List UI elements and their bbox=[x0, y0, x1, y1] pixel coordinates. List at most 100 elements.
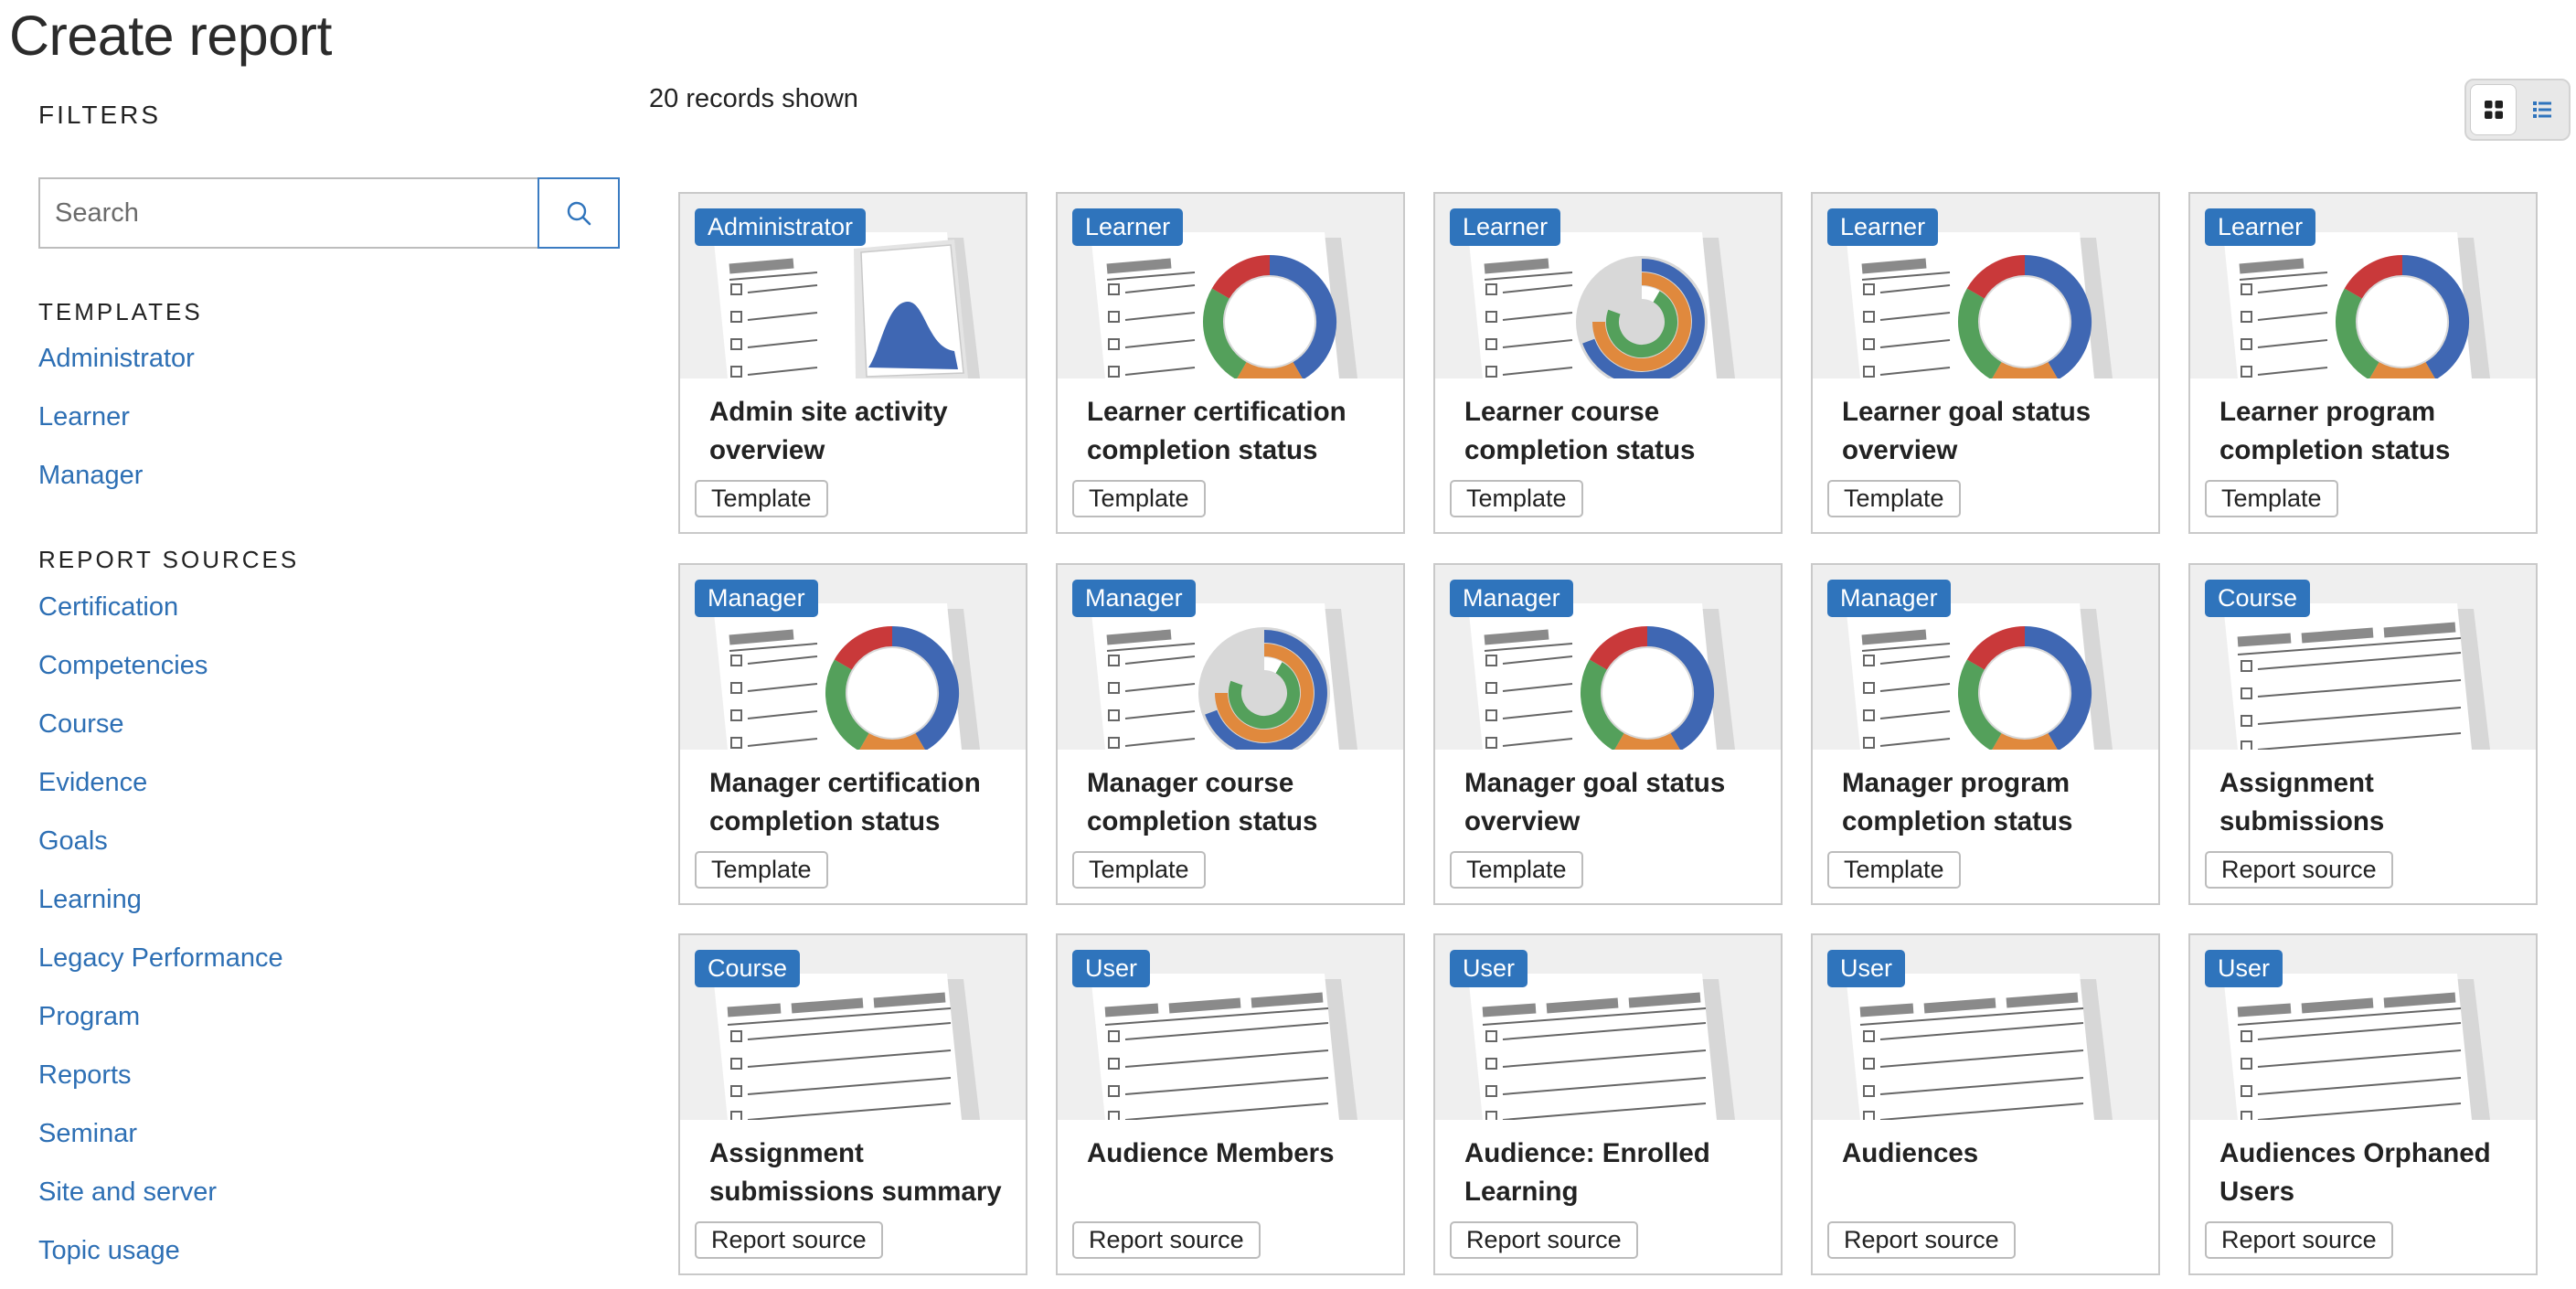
card-badge: Manager bbox=[695, 580, 818, 617]
page-title: Create report bbox=[9, 5, 332, 67]
table-thumbnail: User bbox=[1435, 935, 1781, 1120]
card-title: Learner certification completion status bbox=[1087, 397, 1347, 465]
card-type-tag: Template bbox=[695, 851, 828, 889]
card-type-tag: Template bbox=[1072, 851, 1206, 889]
card-title: Learner course completion status bbox=[1464, 397, 1696, 465]
card-type-tag: Report source bbox=[2205, 851, 2393, 889]
card-badge: Manager bbox=[1827, 580, 1951, 617]
source-link-program[interactable]: Program bbox=[38, 1002, 140, 1032]
report-card[interactable]: Course Assignment submissions Report sou… bbox=[2188, 563, 2538, 905]
radial-chart-thumbnail: Manager bbox=[1058, 565, 1403, 750]
card-title: Manager certification completion status bbox=[709, 768, 981, 836]
card-badge: Course bbox=[2205, 580, 2311, 617]
source-link-learning[interactable]: Learning bbox=[38, 885, 142, 915]
report-card[interactable]: Learner Learner certification completion… bbox=[1056, 192, 1405, 534]
source-link-topic-usage[interactable]: Topic usage bbox=[38, 1236, 180, 1266]
card-type-tag: Report source bbox=[1827, 1221, 2016, 1259]
card-badge: User bbox=[1072, 950, 1151, 987]
card-badge: Learner bbox=[1827, 208, 1939, 246]
area-chart-thumbnail: Administrator bbox=[680, 194, 1026, 378]
report-card[interactable]: Course Assignment submissions summary Re… bbox=[678, 933, 1027, 1275]
card-badge: Learner bbox=[1450, 208, 1561, 246]
source-link-reports[interactable]: Reports bbox=[38, 1060, 132, 1091]
source-link-seminar[interactable]: Seminar bbox=[38, 1119, 137, 1149]
source-link-evidence[interactable]: Evidence bbox=[38, 768, 147, 798]
card-badge: Learner bbox=[2205, 208, 2316, 246]
templates-heading: TEMPLATES bbox=[38, 298, 203, 325]
card-title: Manager program completion status bbox=[1842, 768, 2073, 836]
card-title: Assignment submissions summary bbox=[709, 1138, 1002, 1207]
card-type-tag: Template bbox=[1450, 480, 1583, 517]
card-title: Audience Members bbox=[1087, 1138, 1335, 1168]
source-link-goals[interactable]: Goals bbox=[38, 826, 108, 857]
report-card[interactable]: User Audiences Orphaned Users Report sou… bbox=[2188, 933, 2538, 1275]
template-link-administrator[interactable]: Administrator bbox=[38, 344, 195, 374]
source-link-legacy-performance[interactable]: Legacy Performance bbox=[38, 943, 283, 974]
card-badge: User bbox=[2205, 950, 2283, 987]
card-badge: User bbox=[1450, 950, 1528, 987]
view-toggle bbox=[2464, 79, 2571, 141]
list-view-button[interactable] bbox=[2519, 85, 2564, 134]
report-card[interactable]: Administrator Admin site activity overvi… bbox=[678, 192, 1027, 534]
records-count: 20 records shown bbox=[649, 84, 858, 113]
card-type-tag: Template bbox=[1827, 851, 1961, 889]
card-title: Manager goal status overview bbox=[1464, 768, 1726, 836]
table-thumbnail: User bbox=[1058, 935, 1403, 1120]
report-card[interactable]: Learner Learner course completion status… bbox=[1433, 192, 1783, 534]
source-link-certification[interactable]: Certification bbox=[38, 592, 178, 623]
report-card[interactable]: Learner Learner program completion statu… bbox=[2188, 192, 2538, 534]
search-box bbox=[38, 177, 620, 249]
card-title: Audiences bbox=[1842, 1138, 1979, 1168]
report-sources-heading: REPORT SOURCES bbox=[38, 546, 300, 573]
source-link-course[interactable]: Course bbox=[38, 709, 124, 740]
card-type-tag: Report source bbox=[1450, 1221, 1638, 1259]
report-card[interactable]: Manager Manager program completion statu… bbox=[1811, 563, 2160, 905]
search-input[interactable] bbox=[38, 177, 538, 249]
report-card[interactable]: Manager Manager goal status overview Tem… bbox=[1433, 563, 1783, 905]
card-badge: Administrator bbox=[695, 208, 867, 246]
report-card[interactable]: Manager Manager course completion status… bbox=[1056, 563, 1405, 905]
table-thumbnail: Course bbox=[2190, 565, 2536, 750]
card-type-tag: Template bbox=[695, 480, 828, 517]
report-card[interactable]: Manager Manager certification completion… bbox=[678, 563, 1027, 905]
card-type-tag: Report source bbox=[2205, 1221, 2393, 1259]
search-icon bbox=[567, 201, 591, 226]
card-type-tag: Template bbox=[1072, 480, 1206, 517]
card-badge: User bbox=[1827, 950, 1906, 987]
card-title: Admin site activity overview bbox=[709, 397, 948, 465]
search-button[interactable] bbox=[538, 177, 620, 249]
filters-heading: FILTERS bbox=[38, 101, 162, 129]
report-card[interactable]: Learner Learner goal status overview Tem… bbox=[1811, 192, 2160, 534]
card-title: Learner goal status overview bbox=[1842, 397, 2092, 465]
table-thumbnail: User bbox=[1813, 935, 2158, 1120]
report-card[interactable]: User Audience: Enrolled Learning Report … bbox=[1433, 933, 1783, 1275]
card-badge: Learner bbox=[1072, 208, 1184, 246]
card-title: Learner program completion status bbox=[2219, 397, 2451, 465]
card-badge: Manager bbox=[1450, 580, 1573, 617]
donut-chart-thumbnail: Learner bbox=[2190, 194, 2536, 378]
card-type-tag: Template bbox=[1827, 480, 1961, 517]
card-title: Audience: Enrolled Learning bbox=[1464, 1138, 1710, 1207]
table-thumbnail: User bbox=[2190, 935, 2536, 1120]
donut-chart-thumbnail: Learner bbox=[1813, 194, 2158, 378]
report-card[interactable]: User Audience Members Report source bbox=[1056, 933, 1405, 1275]
radial-chart-thumbnail: Learner bbox=[1435, 194, 1781, 378]
card-type-tag: Template bbox=[1450, 851, 1583, 889]
template-link-manager[interactable]: Manager bbox=[38, 461, 143, 491]
donut-chart-thumbnail: Manager bbox=[1813, 565, 2158, 750]
card-type-tag: Report source bbox=[1072, 1221, 1261, 1259]
card-type-tag: Report source bbox=[695, 1221, 883, 1259]
template-link-learner[interactable]: Learner bbox=[38, 402, 130, 432]
source-link-competencies[interactable]: Competencies bbox=[38, 651, 208, 681]
card-type-tag: Template bbox=[2205, 480, 2338, 517]
report-card[interactable]: User Audiences Report source bbox=[1811, 933, 2160, 1275]
card-badge: Manager bbox=[1072, 580, 1196, 617]
donut-chart-thumbnail: Manager bbox=[680, 565, 1026, 750]
list-view-icon bbox=[2532, 101, 2551, 118]
grid-view-button[interactable] bbox=[2471, 85, 2516, 134]
donut-chart-thumbnail: Learner bbox=[1058, 194, 1403, 378]
card-title: Manager course completion status bbox=[1087, 768, 1318, 836]
table-thumbnail: Course bbox=[680, 935, 1026, 1120]
card-badge: Course bbox=[695, 950, 801, 987]
source-link-site-and-server[interactable]: Site and server bbox=[38, 1177, 217, 1208]
